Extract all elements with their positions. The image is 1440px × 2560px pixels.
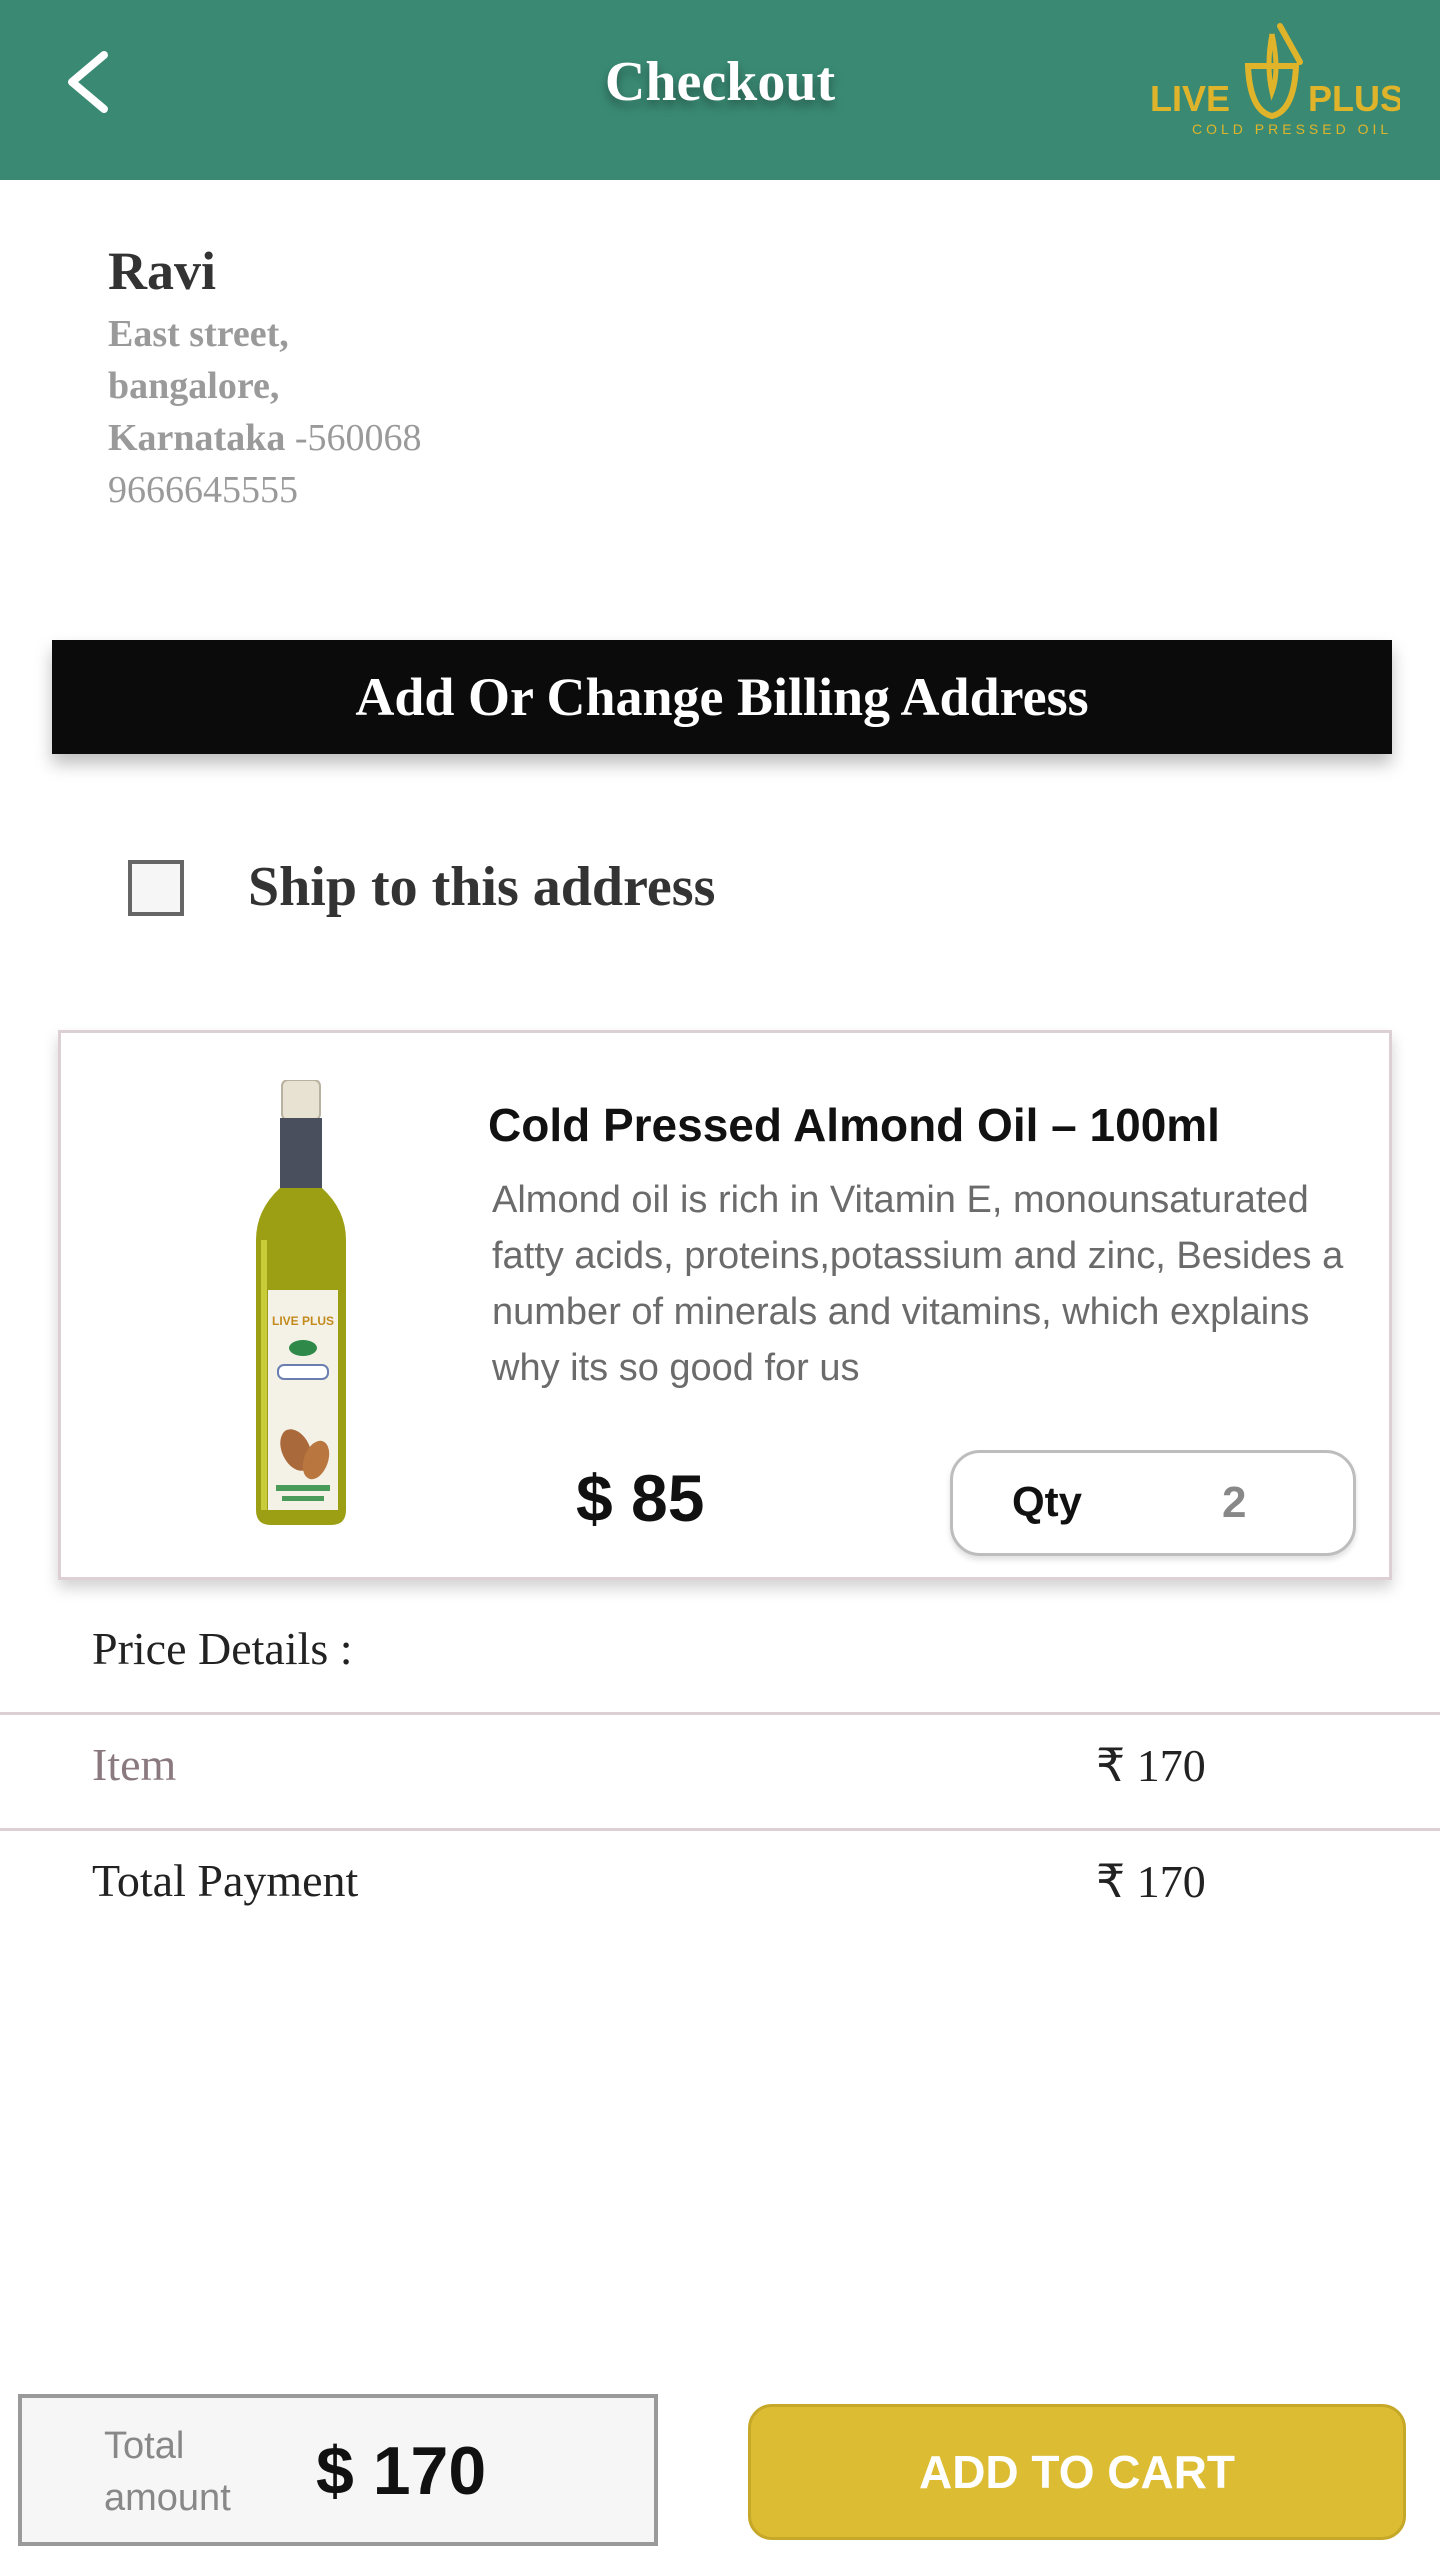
brand-logo: LIVE PLUS COLD PRESSED OIL bbox=[1140, 16, 1404, 146]
oil-bottle-icon: LIVE PLUS bbox=[236, 1079, 366, 1530]
add-to-cart-button[interactable]: ADD TO CART bbox=[748, 2404, 1406, 2540]
total-amount-label: Total amount bbox=[104, 2425, 231, 2519]
product-price: $ 85 bbox=[576, 1461, 705, 1535]
address-phone: 9666645555 bbox=[108, 469, 298, 511]
customer-name: Ravi bbox=[108, 241, 216, 301]
svg-text:LIVE PLUS: LIVE PLUS bbox=[272, 1314, 334, 1328]
divider bbox=[0, 1712, 1440, 1715]
quantity-label: Qty bbox=[1012, 1478, 1083, 1525]
address-line-3: Karnataka -560068 bbox=[108, 416, 422, 460]
svg-text:LIVE: LIVE bbox=[1150, 78, 1230, 119]
svg-text:PLUS: PLUS bbox=[1308, 78, 1400, 119]
price-details-title: Price Details : bbox=[92, 1623, 353, 1674]
divider bbox=[0, 1828, 1440, 1831]
quantity-selector[interactable] bbox=[950, 1450, 1356, 1556]
ship-to-address-checkbox[interactable] bbox=[128, 860, 184, 916]
item-label: Item bbox=[92, 1739, 177, 1790]
address-pin: -560068 bbox=[285, 417, 422, 459]
address-line-1: East street, bbox=[108, 313, 289, 355]
svg-text:COLD PRESSED OIL: COLD PRESSED OIL bbox=[1192, 121, 1392, 137]
address-state: Karnataka bbox=[108, 417, 286, 459]
product-description: Almond oil is rich in Vitamin E, monouns… bbox=[492, 1179, 1344, 1389]
ship-to-address-label: Ship to this address bbox=[248, 856, 716, 918]
product-title: Cold Pressed Almond Oil – 100ml bbox=[488, 1099, 1220, 1151]
item-value: ₹ 170 bbox=[1096, 1740, 1206, 1791]
total-payment-value: ₹ 170 bbox=[1096, 1856, 1206, 1907]
total-amount-value: $ 170 bbox=[316, 2433, 487, 2509]
quantity-value[interactable]: 2 bbox=[1222, 1478, 1246, 1528]
change-billing-address-button[interactable]: Add Or Change Billing Address bbox=[52, 640, 1392, 754]
total-payment-label: Total Payment bbox=[92, 1855, 359, 1906]
address-line-2: bangalore, bbox=[108, 365, 280, 407]
